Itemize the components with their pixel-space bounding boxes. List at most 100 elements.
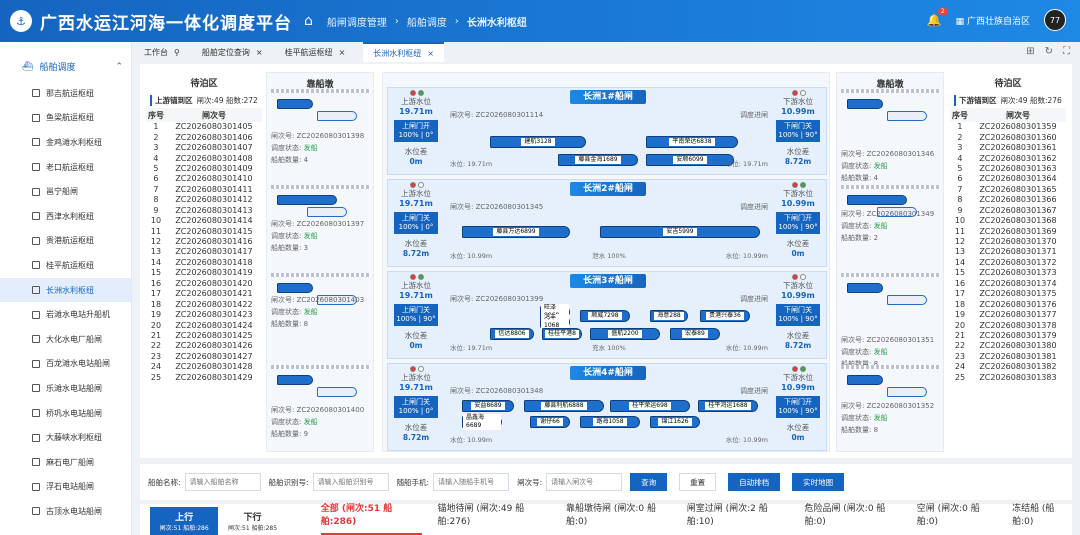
table-row[interactable]: 15 ZC2026080301419: [146, 268, 262, 278]
tab-ship-location[interactable]: 船舶定位查询 ×: [198, 42, 267, 62]
query-button[interactable]: 查询: [630, 473, 668, 491]
chamber-ship[interactable]: 海意288: [650, 310, 688, 322]
sidebar-item[interactable]: 那吉航运枢纽: [0, 81, 131, 106]
down-gate-status[interactable]: 下闸门开 100% | 90°: [776, 212, 820, 234]
up-gate-status[interactable]: 上闸门关 100% | 0°: [394, 212, 438, 234]
sidebar-item[interactable]: 古顶水电站船闸: [0, 499, 131, 524]
table-row[interactable]: 25 ZC2026080301429: [146, 373, 262, 383]
ship-marker[interactable]: [317, 387, 357, 397]
bell-icon[interactable]: 🔔 2: [927, 8, 948, 27]
avatar[interactable]: 77: [1044, 9, 1066, 31]
chamber-ship[interactable]: 顺威7298: [580, 310, 630, 322]
status-filter[interactable]: 冻结船 (船舶:0): [1012, 501, 1072, 535]
chamber-ship[interactable]: 安吉5999: [600, 226, 760, 238]
pin-icon[interactable]: ⚲: [174, 48, 180, 57]
table-row[interactable]: 25 ZC2026080301383: [950, 373, 1066, 383]
sidebar-item[interactable]: 浮石电站船闸: [0, 475, 131, 500]
table-row[interactable]: 6 ZC2026080301410: [146, 174, 262, 184]
table-row[interactable]: 8 ZC2026080301412: [146, 195, 262, 205]
chamber-ship[interactable]: 桂平鸿运1688: [698, 400, 758, 412]
tab-guiping[interactable]: 桂平航运枢纽 ×: [281, 42, 350, 62]
breadcrumb-item[interactable]: 船闸调度管理: [327, 14, 387, 29]
upstream-tab[interactable]: 上行 闸次:51 船舶:286: [150, 507, 219, 535]
ship-marker[interactable]: [847, 283, 883, 293]
table-row[interactable]: 14 ZC2026080301418: [146, 258, 262, 268]
chamber-ship[interactable]: 宏泰89: [670, 328, 720, 340]
table-row[interactable]: 20 ZC2026080301424: [146, 320, 262, 330]
chamber-ship[interactable]: 建航3128: [490, 136, 586, 148]
sidebar-item[interactable]: 长洲水利枢纽: [0, 277, 131, 303]
table-row[interactable]: 1 ZC2026080301405: [146, 122, 262, 132]
status-filter[interactable]: 危险品闸 (闸次:0 船舶:0): [804, 501, 900, 535]
table-row[interactable]: 14 ZC2026080301372: [950, 258, 1066, 268]
refresh-icon[interactable]: ↻: [1045, 46, 1053, 57]
chamber-ship[interactable]: 桂平荣运698: [610, 400, 690, 412]
ship-marker[interactable]: [277, 195, 337, 205]
table-row[interactable]: 17 ZC2026080301421: [146, 289, 262, 299]
down-gate-status[interactable]: 下闸门开 100% | 90°: [776, 396, 820, 418]
ship-marker[interactable]: [847, 375, 883, 385]
table-row[interactable]: 17 ZC2026080301375: [950, 289, 1066, 299]
table-row[interactable]: 1 ZC2026080301359: [950, 122, 1066, 132]
chamber-ship[interactable]: 盛航2200: [590, 328, 660, 340]
table-row[interactable]: 21 ZC2026080301379: [950, 331, 1066, 341]
table-row[interactable]: 3 ZC2026080301361: [950, 143, 1066, 153]
table-row[interactable]: 11 ZC2026080301369: [950, 226, 1066, 236]
chamber-ship[interactable]: 信达8806: [490, 328, 534, 340]
table-row[interactable]: 13 ZC2026080301371: [950, 247, 1066, 257]
up-gate-status[interactable]: 上闸门关 100% | 90°: [394, 304, 438, 326]
up-gate-status[interactable]: 上闸门关 100% | 0°: [394, 396, 438, 418]
chamber-ship[interactable]: 锦江1626: [650, 416, 700, 428]
ship-marker[interactable]: [887, 295, 927, 305]
status-filter[interactable]: 锚地待闸 (闸次:49 船舶:276): [438, 501, 550, 535]
home-icon[interactable]: ⌂: [304, 13, 313, 29]
chamber-ship[interactable]: 藤县万达6899: [462, 226, 570, 238]
chamber-ship[interactable]: 安益8689: [462, 400, 514, 412]
table-row[interactable]: 18 ZC2026080301376: [950, 299, 1066, 309]
chamber-ship[interactable]: 藤县利航6888: [524, 400, 604, 412]
table-row[interactable]: 13 ZC2026080301417: [146, 247, 262, 257]
ship-name-input[interactable]: [184, 473, 261, 491]
reset-button[interactable]: 重置: [679, 473, 717, 491]
table-row[interactable]: 3 ZC2026080301407: [146, 143, 262, 153]
ship-id-input[interactable]: [312, 473, 389, 491]
table-row[interactable]: 11 ZC2026080301415: [146, 226, 262, 236]
table-row[interactable]: 16 ZC2026080301420: [146, 279, 262, 289]
sidebar-item[interactable]: 大化水电厂船闸: [0, 327, 131, 352]
fullscreen-icon[interactable]: ⛶: [1063, 46, 1070, 57]
table-row[interactable]: 15 ZC2026080301373: [950, 268, 1066, 278]
table-row[interactable]: 24 ZC2026080301382: [950, 362, 1066, 372]
sidebar-item[interactable]: 贵港航运枢纽: [0, 229, 131, 254]
sidebar-group[interactable]: ⛴ 船舶调度 ⌃: [0, 42, 131, 81]
table-row[interactable]: 19 ZC2026080301377: [950, 310, 1066, 320]
phone-input[interactable]: [433, 473, 510, 491]
breadcrumb-item[interactable]: 船舶调度: [407, 14, 447, 29]
chamber-ship[interactable]: 路海1058: [580, 416, 640, 428]
close-icon[interactable]: ×: [427, 49, 434, 58]
down-gate-status[interactable]: 下闸门关 100% | 90°: [776, 120, 820, 142]
org-selector[interactable]: ▦ 广西壮族自治区: [956, 14, 1030, 27]
chamber-ship[interactable]: 谢仔66: [530, 416, 570, 428]
tab-workbench[interactable]: 工作台 ⚲: [140, 42, 184, 62]
downstream-tab[interactable]: 下行 闸次:51 船舶:285: [218, 507, 286, 535]
table-row[interactable]: 9 ZC2026080301367: [950, 206, 1066, 216]
auto-schedule-button[interactable]: 自动排档: [728, 473, 781, 491]
table-row[interactable]: 16 ZC2026080301374: [950, 279, 1066, 289]
status-filter[interactable]: 闸室过闸 (闸次:2 船舶:10): [687, 501, 789, 535]
sidebar-item[interactable]: 乐滩水电站船闸: [0, 376, 131, 401]
table-row[interactable]: 7 ZC2026080301411: [146, 185, 262, 195]
sidebar-item[interactable]: 百龙滩水电站船闸: [0, 352, 131, 377]
ship-marker[interactable]: [307, 207, 347, 217]
tab-changzhou[interactable]: 长洲水利枢纽 ×: [363, 42, 444, 62]
table-row[interactable]: 6 ZC2026080301364: [950, 174, 1066, 184]
ship-marker[interactable]: [887, 111, 927, 121]
ship-marker[interactable]: [847, 195, 907, 205]
table-row[interactable]: 22 ZC2026080301426: [146, 341, 262, 351]
sidebar-item[interactable]: 邕宁船闸: [0, 179, 131, 204]
table-row[interactable]: 23 ZC2026080301381: [950, 352, 1066, 362]
status-filter[interactable]: 全部 (闸次:51 船舶:286): [320, 501, 422, 535]
table-row[interactable]: 4 ZC2026080301362: [950, 153, 1066, 163]
chamber-ship[interactable]: 贵港兴泰36: [700, 310, 750, 322]
table-row[interactable]: 12 ZC2026080301370: [950, 237, 1066, 247]
sidebar-item[interactable]: 桂平航运枢纽: [0, 253, 131, 278]
